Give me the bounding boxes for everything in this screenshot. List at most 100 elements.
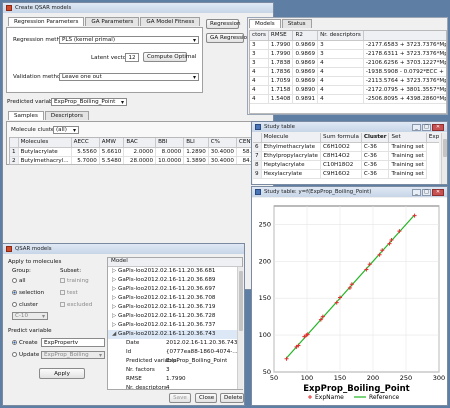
minimize-icon[interactable]: _	[412, 123, 421, 131]
model-tree-scrollbar[interactable]	[237, 267, 243, 389]
radio-icon	[12, 302, 17, 307]
maximize-icon[interactable]: □	[422, 123, 431, 131]
tree-item[interactable]: ▷ GaPls-loo2012.02.16-11.20.36.737	[108, 321, 242, 330]
column-header[interactable]: AMW	[99, 138, 125, 148]
tree-item[interactable]: ▷ GaPls-loo2012.02.16-11.20.36.697	[108, 285, 242, 294]
create-variable-input[interactable]: ExpPropertv	[41, 338, 105, 347]
column-header[interactable]: C%	[208, 138, 237, 148]
table-row[interactable]: 1 Butylacrylate 5.5560 5.6610 2.0000 8.0000 1.…	[10, 147, 268, 157]
delete-button[interactable]: Delete	[220, 393, 244, 403]
plot-titlebar[interactable]: Study table: y=f(ExpProp_Boiling_Point) …	[252, 187, 447, 197]
create-qsar-titlebar[interactable]: Create QSAR models	[3, 3, 273, 13]
column-header[interactable]: Molecules	[18, 138, 72, 148]
x-tick-label: 150	[334, 374, 346, 382]
maximize-icon-2[interactable]: □	[422, 188, 431, 196]
model-detail-row: Predicted variable ExpProp_Boiling_Point	[108, 357, 242, 366]
x-tick-label: 200	[367, 374, 379, 382]
plot-window: Study table: y=f(ExpProp_Boiling_Point) …	[251, 186, 448, 406]
regression-tabs: Regression Parameters GA Parameters GA M…	[6, 17, 201, 26]
create-radio[interactable]: Create	[12, 340, 38, 346]
validation-method-combo[interactable]: Leave one out	[59, 73, 199, 81]
table-row[interactable]: 7 Ethylpropylacrylate C8H14O2 C-36 Training …	[253, 151, 439, 161]
close-icon[interactable]: ✕	[432, 123, 444, 131]
study-table-scrollbar[interactable]	[441, 133, 447, 184]
group-selection-radio[interactable]: selection	[12, 290, 44, 296]
table-row[interactable]: 3 1.7990 0.9869 3 -2177.6583 + 3723.7376*Mp …	[250, 40, 446, 50]
column-header[interactable]: Sum formula	[320, 133, 362, 143]
column-header[interactable]	[363, 31, 446, 41]
column-header[interactable]: R2	[292, 31, 319, 41]
group-cluster-label: cluster	[19, 302, 39, 308]
tab-status-2[interactable]: Status	[281, 19, 312, 28]
models-table: ctors RMSE R2 Nr. descriptors 3 1.7990 0.9869 3…	[250, 31, 446, 104]
minimize-icon-2[interactable]: _	[412, 188, 421, 196]
close-icon-2[interactable]: ✕	[432, 188, 444, 196]
group-all-radio[interactable]: all	[12, 278, 26, 284]
table-cell: Training set	[388, 151, 427, 161]
samples-panel: Molecule cluster: (all) MoleculesAECCAMW…	[6, 121, 271, 165]
tree-item[interactable]: ▷ GaPls-loo2012.02.16-11.20.36.708	[108, 294, 242, 303]
tab-regression-parameters[interactable]: Regression Parameters	[8, 17, 85, 26]
column-header[interactable]: BBI	[155, 138, 185, 148]
table-row[interactable]: 4 1.7836 0.9869 4 -1938.5908 - 0.0792*ECC + …	[250, 67, 446, 77]
column-header[interactable]: Molecule	[261, 133, 322, 143]
tab-ga-model-fitness[interactable]: GA Model Fitness	[140, 17, 201, 26]
tab-ga-parameters[interactable]: GA Parameters	[85, 17, 140, 26]
column-header[interactable]: Set	[388, 133, 427, 143]
subset-excluded-checkbox[interactable]: excluded	[60, 302, 92, 308]
latent-vectors-spinbox[interactable]: 12	[125, 53, 139, 62]
table-cell: 0.9891	[292, 94, 319, 104]
table-row[interactable]: 4 1.7158 0.9890 4 -2172.0795 + 3801.3557*Mp …	[250, 85, 446, 95]
column-header[interactable]: AECC	[71, 138, 100, 148]
regression-button[interactable]: Regression	[206, 19, 241, 29]
column-header[interactable]: ctors	[250, 31, 269, 41]
cluster-combo[interactable]: C-10	[12, 312, 48, 320]
scatter-plot[interactable]: 50 100 150 200 250 300 50 100 150 200 250 ExpProp_B…	[252, 198, 447, 406]
table-row[interactable]: 2 Butylmethacryl... 5.7000 5.5480 28.0000 10.…	[10, 156, 268, 164]
close-button[interactable]: Close	[195, 393, 217, 403]
table-cell: 4	[317, 67, 364, 77]
tree-item[interactable]: ◢ GaPls-loo2012.02.16-11.20.36.743	[108, 330, 242, 339]
column-header[interactable]: Exp	[426, 133, 439, 143]
table-row[interactable]: 6 Ethylmethacrylate C6H10O2 C-36 Training se…	[253, 142, 439, 152]
compute-optimal-button[interactable]: Compute Optimal	[143, 52, 196, 62]
table-cell: Training set	[388, 160, 427, 170]
table-cell: Butylmethacryl...	[18, 156, 72, 164]
table-row[interactable]: 8 Heptylacrylate C10H18O2 C-36 Training set	[253, 160, 439, 170]
tab-models-2[interactable]: Models	[249, 19, 281, 28]
group-cluster-radio[interactable]: cluster	[12, 302, 38, 308]
column-header[interactable]: BAC	[123, 138, 157, 148]
qsar-models-titlebar[interactable]: QSAR models	[3, 244, 244, 254]
tree-item[interactable]: ▷ GaPls-loo2012.02.16-11.20.36.719	[108, 303, 242, 312]
ga-regression-button[interactable]: GA Regression	[206, 33, 251, 43]
column-header[interactable]: RMSE	[268, 31, 294, 41]
study-table-titlebar[interactable]: Study table _ □ ✕	[252, 122, 447, 132]
table-row[interactable]: 4 1.5408 0.9891 4 -2506.8095 + 4398.2860*Mp …	[250, 94, 446, 104]
table-row[interactable]: 3 1.7838 0.9869 4 -2106.6256 + 3703.1227*Mp …	[250, 58, 446, 68]
tree-item[interactable]: ▷ GaPls-loo2012.02.16-11.20.36.689	[108, 276, 242, 285]
table-cell: 0.9869	[292, 76, 319, 86]
tab-samples[interactable]: Samples	[8, 111, 44, 120]
column-header[interactable]: BLI	[183, 138, 209, 148]
table-row[interactable]: 9 Hexylacrylate C9H16O2 C-36 Training set	[253, 169, 439, 179]
tab-descriptors[interactable]: Descriptors	[44, 111, 89, 120]
tree-item[interactable]: ▷ GaPls-loo2012.02.16-11.20.36.728	[108, 312, 242, 321]
tree-item[interactable]: ▷ GaPls-loo2012.02.16-11.20.36.681	[108, 267, 242, 276]
update-variable-combo[interactable]: ExpProp_Boiling	[41, 351, 105, 359]
predicted-variable-combo[interactable]: ExpProp_Boiling_Point	[51, 98, 127, 106]
subset-training-checkbox[interactable]: training	[60, 278, 89, 284]
column-header[interactable]: Cluster	[361, 133, 390, 143]
regression-method-combo[interactable]: PLS (kernel primal)	[59, 36, 199, 44]
subset-test-checkbox[interactable]: test	[60, 290, 78, 296]
x-tick-label: 300	[433, 374, 445, 382]
table-cell: 3	[250, 58, 269, 68]
table-row[interactable]: 3 1.7990 0.9869 3 -2178.6311 + 3723.7376*Mp …	[250, 49, 446, 59]
table-cell: -2106.6256 + 3703.1227*Mp + 4.5491*T	[363, 58, 446, 68]
table-cell: Heptylacrylate	[261, 160, 322, 170]
column-header[interactable]: Nr. descriptors	[317, 31, 364, 41]
save-button[interactable]: Save	[169, 393, 191, 403]
apply-button[interactable]: Apply	[39, 368, 85, 379]
table-row[interactable]: 4 1.7059 0.9869 4 -2113.5764 + 3723.7376*Mp …	[250, 76, 446, 86]
molecule-cluster-combo[interactable]: (all)	[53, 126, 79, 134]
update-radio[interactable]: Update	[12, 352, 39, 358]
